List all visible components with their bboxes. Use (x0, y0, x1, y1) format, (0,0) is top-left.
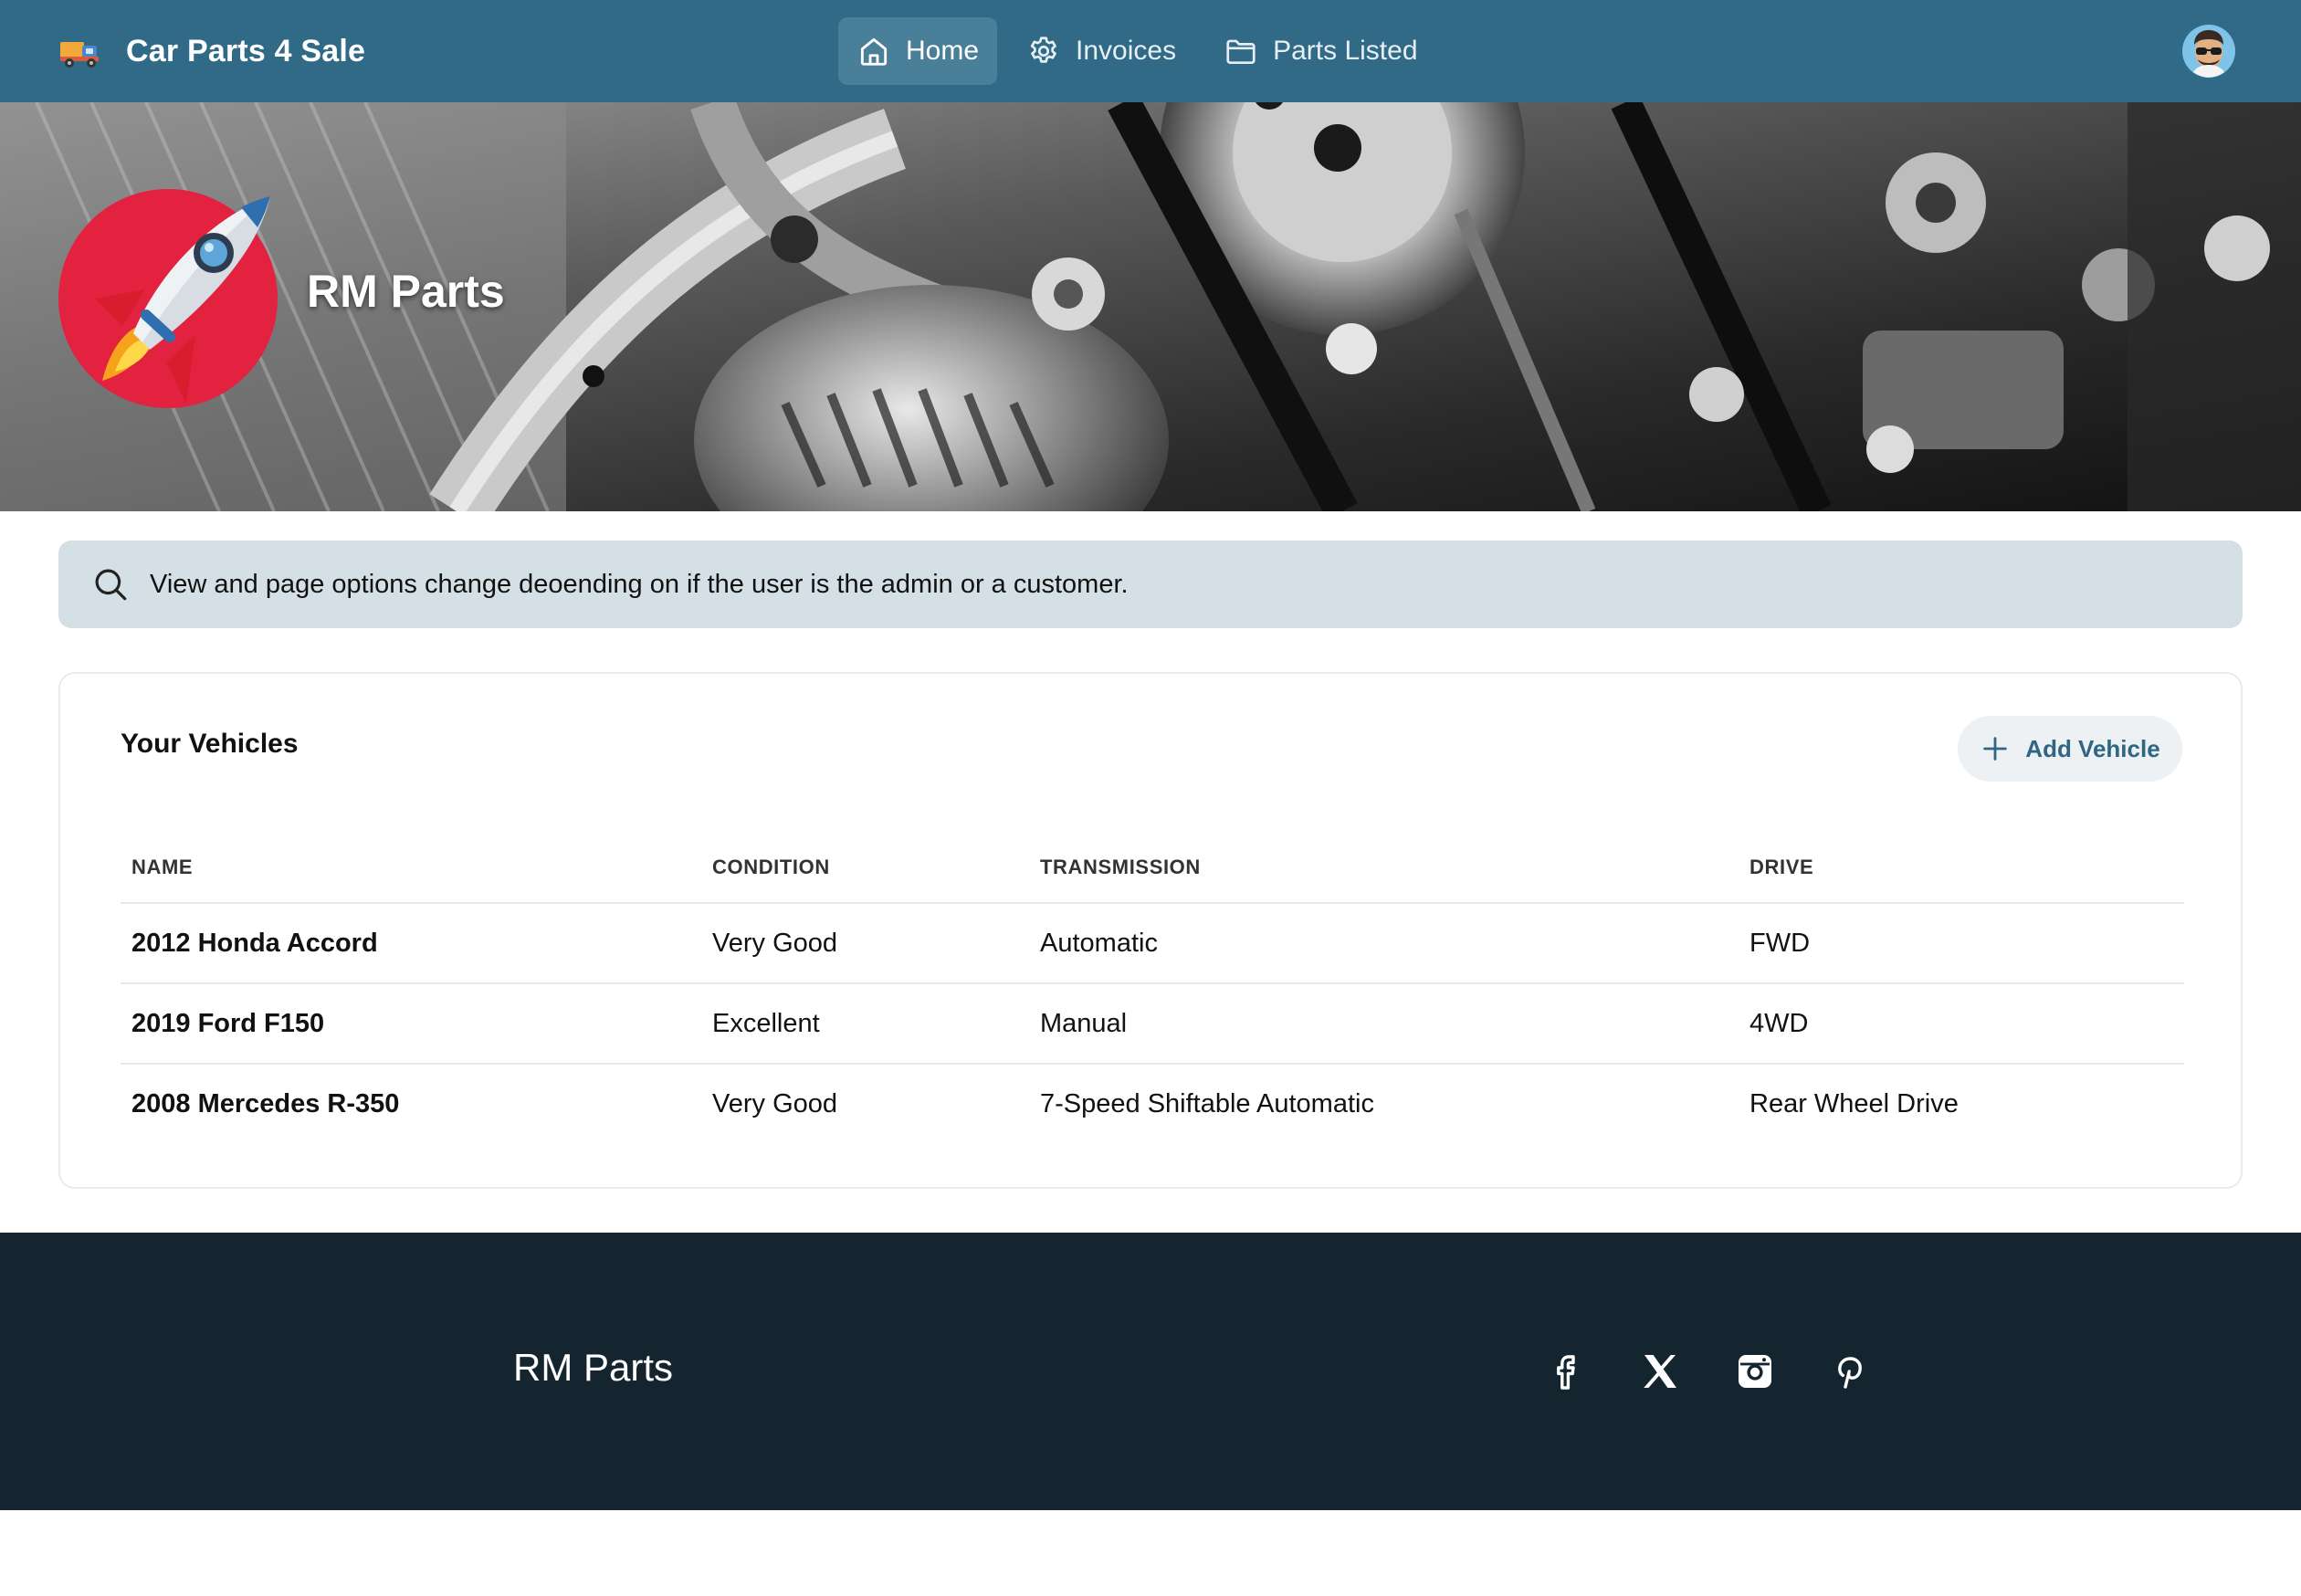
add-vehicle-label: Add Vehicle (2025, 734, 2160, 762)
shop-logo (58, 189, 278, 408)
vehicle-transmission: Automatic (1029, 903, 1739, 984)
column-header-name[interactable]: NAME (121, 833, 701, 904)
vehicle-drive: FWD (1739, 903, 2184, 984)
search-icon (95, 569, 127, 601)
vehicle-name: 2019 Ford F150 (121, 983, 701, 1065)
facebook-icon[interactable] (1543, 1349, 1587, 1393)
table-row[interactable]: 2012 Honda Accord Very Good Automatic FW… (121, 903, 2184, 984)
info-banner: View and page options change deoending o… (58, 541, 2243, 628)
nav-parts-listed-label: Parts Listed (1273, 36, 1418, 66)
avatar-icon (2182, 25, 2235, 78)
vehicles-title: Your Vehicles (121, 729, 299, 759)
info-text: View and page options change deoending o… (150, 569, 1129, 599)
nav-invoices-label: Invoices (1076, 36, 1177, 66)
social-links (1543, 1349, 1872, 1393)
vehicle-drive: 4WD (1739, 983, 2184, 1065)
x-icon[interactable] (1638, 1349, 1682, 1393)
brand-name: Car Parts 4 Sale (126, 33, 366, 68)
footer: RM Parts (0, 1233, 2301, 1510)
column-header-transmission[interactable]: TRANSMISSION (1029, 833, 1739, 904)
truck-icon (60, 42, 99, 68)
vehicle-transmission: 7-Speed Shiftable Automatic (1040, 1088, 1374, 1118)
instagram-icon[interactable] (1733, 1349, 1777, 1393)
rocket-icon (95, 196, 270, 404)
hero-banner: RM Parts (0, 102, 2301, 511)
brand[interactable]: Car Parts 4 Sale (58, 0, 365, 102)
shop-name: RM Parts (307, 266, 505, 317)
folder-icon (1226, 39, 1256, 65)
footer-brand: RM Parts (513, 1346, 674, 1389)
plus-icon (1983, 737, 2008, 761)
vehicle-transmission: Manual (1029, 983, 1739, 1065)
table-row[interactable]: 2008 Mercedes R-350 Very Good 7-Speed Sh… (121, 1064, 2184, 1143)
column-header-drive[interactable]: DRIVE (1739, 833, 2184, 904)
table-row[interactable]: 2019 Ford F150 Excellent Manual 4WD (121, 983, 2184, 1065)
table-header-row: NAME CONDITION TRANSMISSION DRIVE (121, 833, 2184, 904)
user-avatar[interactable] (2182, 25, 2235, 78)
vehicle-name: 2008 Mercedes R-350 (131, 1088, 400, 1118)
vehicle-condition: Excellent (701, 983, 1029, 1065)
vehicles-table: NAME CONDITION TRANSMISSION DRIVE 2012 H… (121, 833, 2184, 1143)
main-nav: Home Invoices Parts Listed (838, 17, 1436, 85)
top-navigation-bar: Car Parts 4 Sale Home Invoices Parts Lis… (0, 0, 2301, 102)
vehicles-card: Your Vehicles Add Vehicle NAME CONDITION… (58, 672, 2243, 1189)
add-vehicle-button[interactable]: Add Vehicle (1958, 716, 2182, 782)
vehicle-name: 2012 Honda Accord (121, 903, 701, 984)
home-icon (860, 37, 888, 66)
nav-invoices[interactable]: Invoices (1008, 17, 1194, 85)
vehicle-condition: Very Good (701, 903, 1029, 984)
vehicle-condition: Very Good (712, 1088, 838, 1118)
nav-home-label: Home (906, 36, 980, 66)
gear-icon (1030, 37, 1056, 63)
nav-parts-listed[interactable]: Parts Listed (1205, 17, 1435, 85)
nav-home[interactable]: Home (838, 17, 998, 85)
pinterest-icon[interactable] (1828, 1349, 1872, 1393)
column-header-condition[interactable]: CONDITION (701, 833, 1029, 904)
vehicle-drive: Rear Wheel Drive (1749, 1088, 1959, 1118)
